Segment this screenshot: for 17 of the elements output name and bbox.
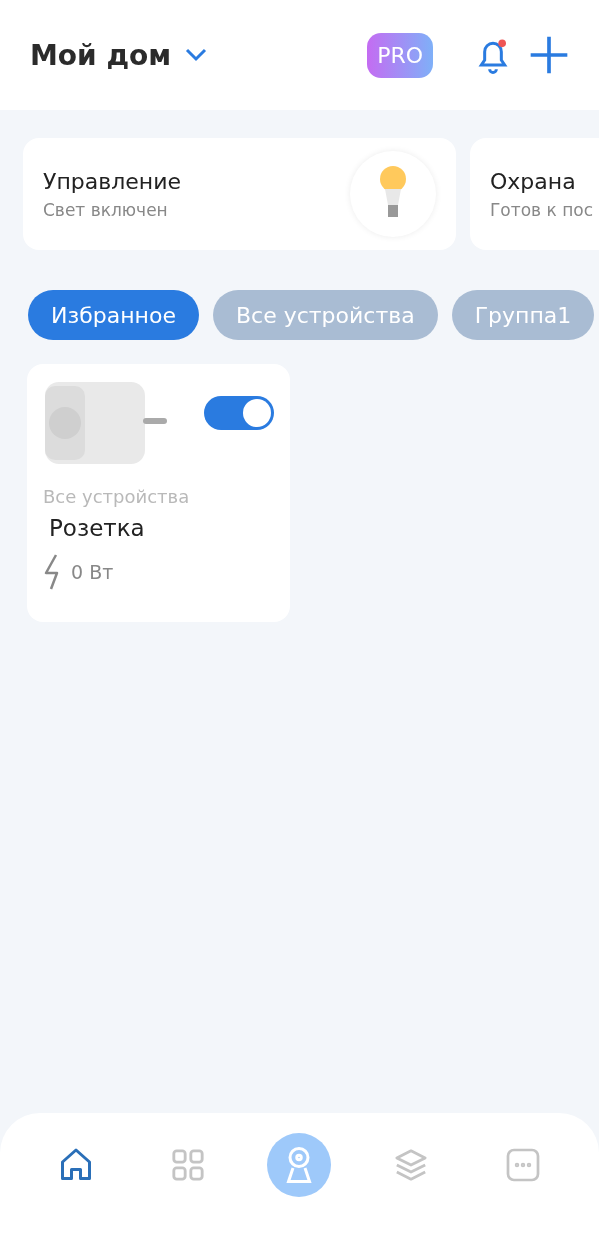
device-name: Розетка <box>49 515 146 541</box>
device-card[interactable]: Все устройства Розетка 0 Вт <box>27 364 290 622</box>
scene-status: Готов к пос <box>490 199 595 220</box>
more-icon <box>505 1147 542 1183</box>
scene-title: Охрана <box>490 168 577 194</box>
chevron-down-icon[interactable] <box>185 48 208 62</box>
power-switch[interactable] <box>204 396 274 430</box>
layers-icon <box>394 1148 429 1182</box>
power-reading: 0 Вт <box>71 561 114 583</box>
scene-card[interactable]: Управление Свет включен <box>23 138 456 250</box>
grid-icon <box>170 1148 205 1182</box>
scene-status: Свет включен <box>43 199 169 220</box>
scene-card[interactable]: Охрана Готов к пос <box>470 138 599 250</box>
filter-tab[interactable]: Избранное <box>28 290 199 340</box>
home-title[interactable]: Мой дом <box>30 38 172 72</box>
scene-title: Управление <box>43 168 182 194</box>
device-group: Все устройства <box>43 486 274 507</box>
